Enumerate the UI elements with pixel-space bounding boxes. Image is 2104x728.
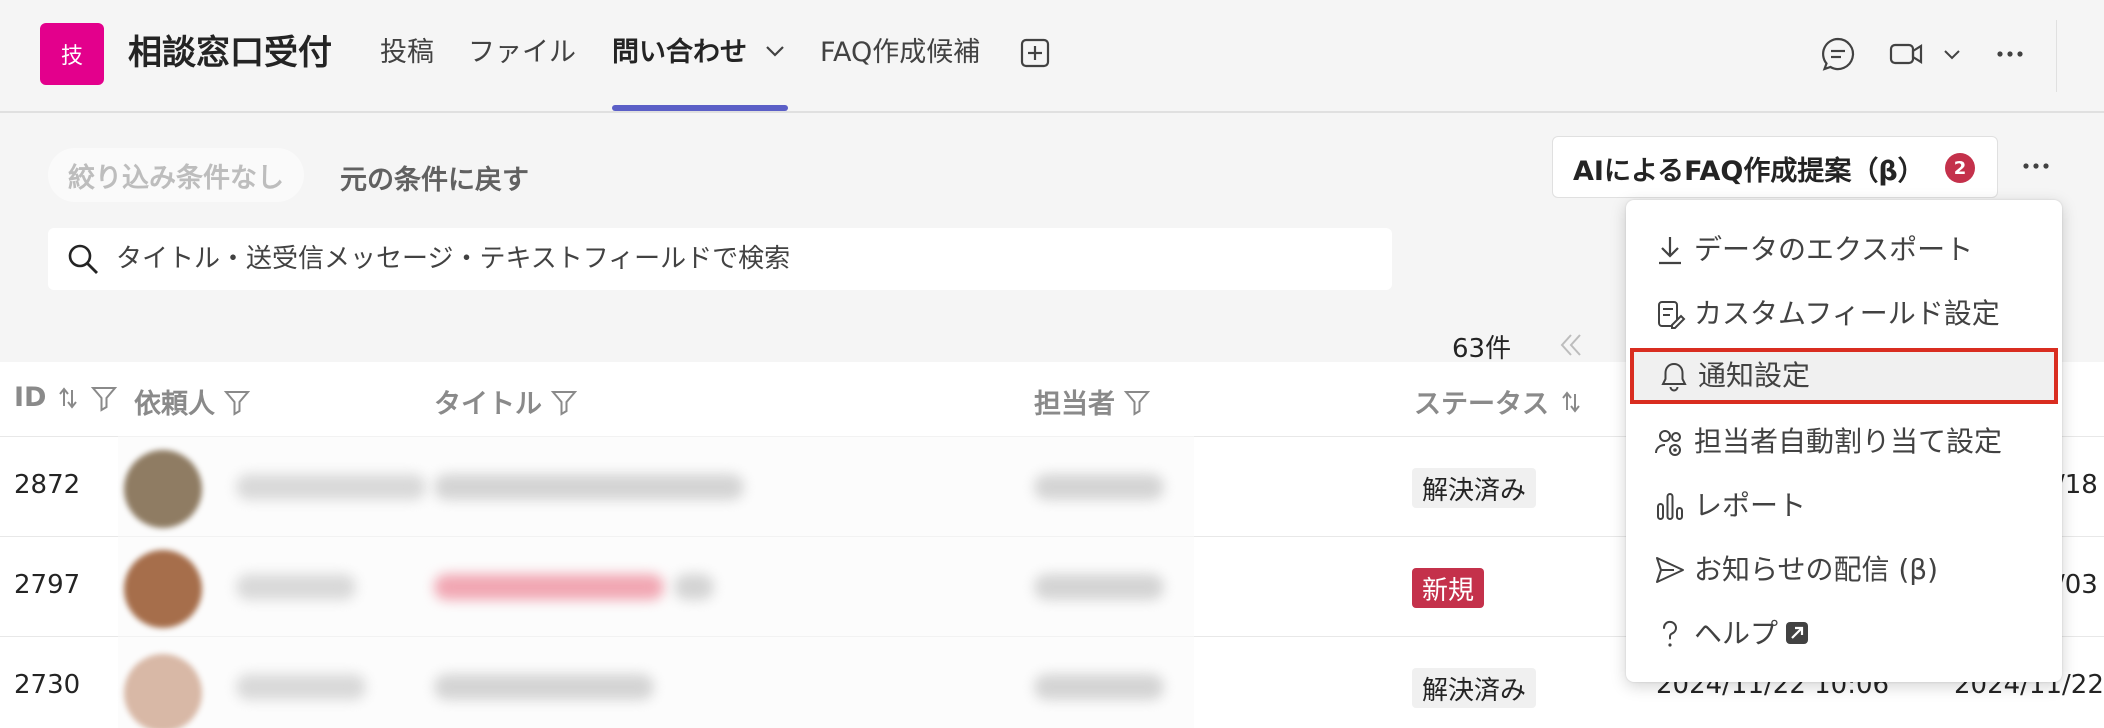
video-icon[interactable] [1888, 36, 1924, 72]
filter-icon[interactable] [1123, 388, 1151, 416]
filter-icon[interactable] [223, 388, 251, 416]
search-icon [68, 244, 98, 274]
column-header-id[interactable]: ID [14, 382, 118, 413]
send-icon [1656, 557, 1684, 583]
app-title: 相談窓口受付 [128, 33, 332, 73]
redacted-requester [236, 674, 366, 700]
filter-icon[interactable] [90, 384, 118, 412]
app-icon[interactable]: 技 [40, 23, 104, 85]
status-badge: 新規 [1412, 568, 1485, 608]
tab-files[interactable]: ファイル [468, 34, 576, 72]
question-icon [1662, 620, 1677, 647]
reset-filter-link[interactable]: 元の条件に戻す [340, 158, 529, 197]
cell-date: /03 [2056, 570, 2098, 600]
tab-inquiries[interactable]: 問い合わせ [612, 34, 747, 72]
external-link-icon [1786, 622, 1808, 644]
menu-item-help[interactable]: ヘルプ [1626, 606, 2062, 662]
redacted-requester [236, 474, 426, 500]
cell-id: 2872 [14, 470, 81, 500]
menu-item-label: お知らせの配信 (β) [1694, 553, 1939, 586]
download-icon [1659, 237, 1681, 265]
menu-item-label: カスタムフィールド設定 [1694, 297, 2000, 330]
chat-icon[interactable] [1820, 36, 1856, 72]
sort-icon[interactable] [1557, 388, 1585, 416]
redacted-title-suffix [674, 574, 714, 600]
ai-faq-suggestion-button[interactable]: AIによるFAQ作成提案（β） 2 [1552, 136, 1998, 198]
redacted-assignee [1034, 574, 1164, 600]
chevron-down-icon[interactable] [764, 44, 786, 58]
cell-id: 2797 [14, 570, 81, 600]
status-badge: 解決済み [1412, 668, 1537, 708]
top-bar: 技 相談窓口受付 投稿 ファイル 問い合わせ FAQ作成候補 [0, 0, 2104, 113]
more-icon[interactable] [1992, 36, 2028, 72]
cell-id: 2730 [14, 670, 81, 700]
avatar [124, 550, 202, 628]
more-options-menu: データのエクスポート カスタムフィールド設定 通知設定 担当者自動割り当て設定 … [1626, 200, 2062, 682]
video-options-chevron-icon[interactable] [1940, 36, 1964, 72]
sort-icon[interactable] [54, 384, 82, 412]
tab-posts[interactable]: 投稿 [380, 34, 434, 72]
tab-faq-candidates[interactable]: FAQ作成候補 [820, 34, 980, 72]
column-header-title[interactable]: タイトル [434, 382, 578, 421]
menu-item-announcement[interactable]: お知らせの配信 (β) [1626, 542, 2062, 598]
menu-item-label: 担当者自動割り当て設定 [1694, 425, 2003, 458]
status-badge: 解決済み [1412, 468, 1537, 508]
avatar [124, 654, 202, 728]
redacted-title [434, 574, 664, 600]
menu-item-export[interactable]: データのエクスポート [1626, 222, 2062, 278]
bar-chart-icon [1657, 493, 1683, 520]
cell-date: /18 [2056, 470, 2098, 500]
redacted-assignee [1034, 674, 1164, 700]
ai-faq-suggestion-label: AIによるFAQ作成提案（β） [1573, 156, 1925, 187]
filter-icon[interactable] [550, 388, 578, 416]
column-header-assignee[interactable]: 担当者 [1034, 382, 1151, 421]
redacted-title [434, 474, 744, 500]
menu-item-custom-fields[interactable]: カスタムフィールド設定 [1626, 286, 2062, 342]
people-settings-icon [1655, 430, 1681, 456]
search-box [48, 228, 1392, 290]
menu-item-auto-assign[interactable]: 担当者自動割り当て設定 [1626, 414, 2062, 470]
redacted-assignee [1034, 474, 1164, 500]
menu-item-label: ヘルプ [1694, 617, 1779, 650]
menu-item-label: レポート [1694, 489, 1807, 522]
filter-none-pill[interactable]: 絞り込み条件なし [48, 148, 304, 202]
header-divider [2056, 20, 2057, 92]
column-header-status[interactable]: ステータス [1414, 382, 1585, 421]
active-tab-indicator [612, 105, 788, 111]
column-header-requester[interactable]: 依頼人 [134, 382, 251, 421]
avatar [124, 450, 202, 528]
form-edit-icon [1658, 301, 1686, 329]
redacted-title [434, 674, 654, 700]
search-input[interactable] [116, 228, 1376, 290]
more-options-icon[interactable] [2016, 148, 2056, 184]
menu-item-label: データのエクスポート [1694, 233, 1974, 266]
menu-item-label: 通知設定 [1698, 359, 1811, 392]
notification-badge: 2 [1945, 153, 1975, 183]
menu-item-notification-settings[interactable]: 通知設定 [1630, 348, 2058, 404]
menu-item-report[interactable]: レポート [1626, 478, 2062, 534]
redacted-requester [236, 574, 356, 600]
first-page-icon[interactable] [1556, 330, 1586, 360]
add-tab-icon[interactable] [1020, 38, 1050, 68]
bell-icon [1661, 362, 1687, 392]
result-count: 63件 [1452, 334, 1512, 364]
